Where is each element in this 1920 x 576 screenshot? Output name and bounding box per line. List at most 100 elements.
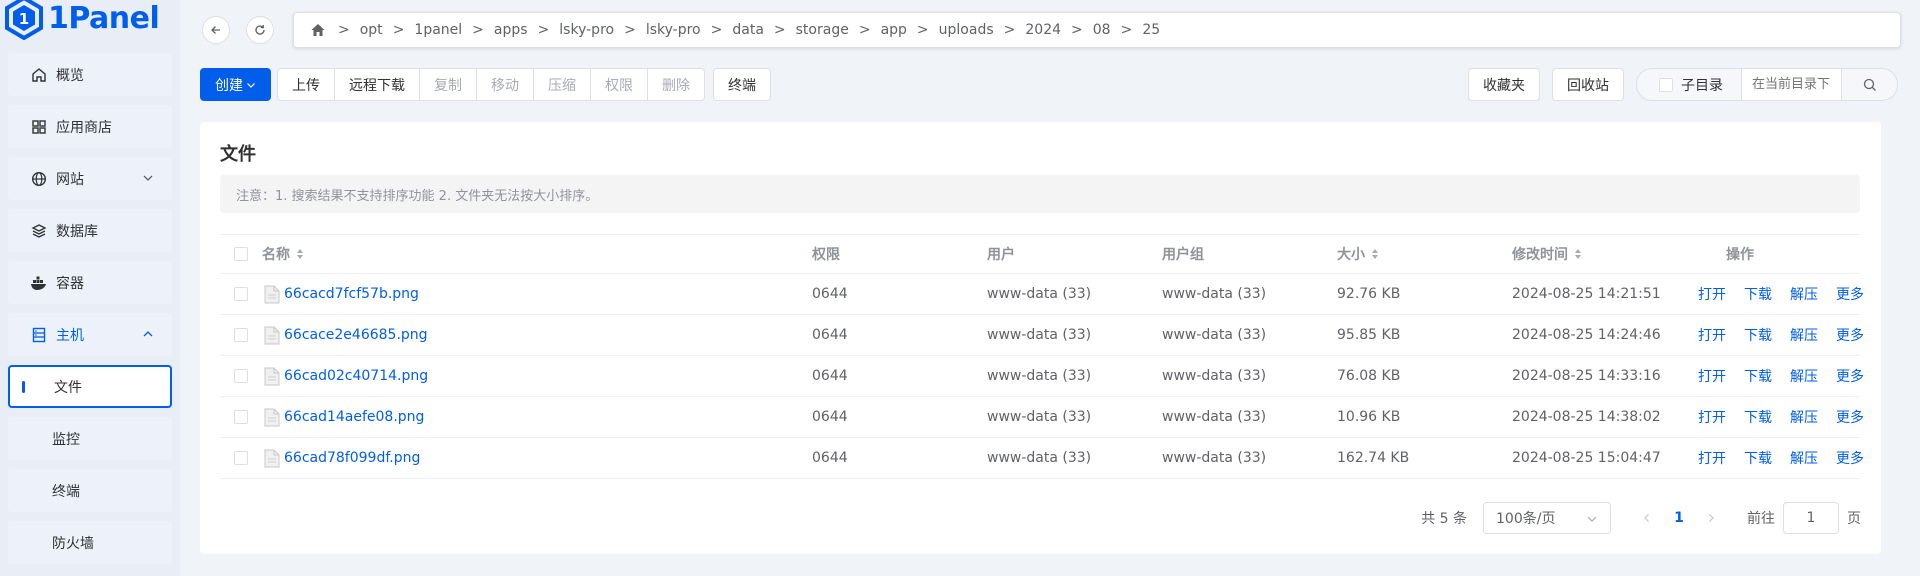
compress-button[interactable]: 压缩	[534, 68, 591, 101]
sidebar-item-database[interactable]: 数据库	[8, 209, 172, 252]
path-segment[interactable]: > opt	[328, 22, 383, 38]
path-segment[interactable]: > lsky-pro	[614, 22, 701, 38]
file-group[interactable]: www-data (33)	[1162, 274, 1266, 314]
open-link[interactable]: 打开	[1698, 448, 1726, 468]
search-input[interactable]	[1742, 68, 1842, 101]
chevron-down-icon	[1587, 516, 1597, 522]
extract-link[interactable]: 解压	[1790, 284, 1818, 304]
sidebar-item-app-store[interactable]: 应用商店	[8, 105, 172, 148]
path-segment[interactable]: > uploads	[907, 22, 994, 38]
path-segment[interactable]: >1panel	[383, 22, 462, 38]
extract-link[interactable]: 解压	[1790, 325, 1818, 345]
row-checkbox[interactable]	[234, 451, 248, 465]
remote-download-button[interactable]: 远程下载	[335, 68, 420, 101]
refresh-button[interactable]	[246, 16, 274, 44]
path-segment[interactable]: >08	[1061, 22, 1111, 38]
file-permission[interactable]: 0644	[812, 315, 848, 355]
file-user[interactable]: www-data (33)	[987, 438, 1091, 478]
download-link[interactable]: 下载	[1744, 325, 1772, 345]
delete-button[interactable]: 删除	[648, 68, 705, 101]
open-link[interactable]: 打开	[1698, 407, 1726, 427]
open-link[interactable]: 打开	[1698, 366, 1726, 386]
home-icon[interactable]	[310, 22, 326, 38]
file-permission[interactable]: 0644	[812, 397, 848, 437]
row-checkbox[interactable]	[234, 328, 248, 342]
column-header-name[interactable]: 名称	[262, 235, 304, 273]
download-link[interactable]: 下载	[1744, 284, 1772, 304]
file-name-link[interactable]: 66cad14aefe08.png	[284, 409, 424, 425]
grid-icon	[30, 118, 48, 136]
download-link[interactable]: 下载	[1744, 366, 1772, 386]
favorites-button[interactable]: 收藏夹	[1468, 68, 1540, 101]
path-segment[interactable]: > app	[849, 22, 907, 38]
create-dropdown-button[interactable]: 创建	[200, 68, 271, 101]
file-name-link[interactable]: 66cad78f099df.png	[284, 450, 420, 466]
select-all-checkbox[interactable]	[234, 247, 248, 261]
file-group[interactable]: www-data (33)	[1162, 397, 1266, 437]
more-link[interactable]: 更多	[1836, 407, 1864, 427]
extract-link[interactable]: 解压	[1790, 366, 1818, 386]
file-icon	[264, 367, 280, 385]
sidebar-subitem-files[interactable]: 文件	[8, 365, 172, 408]
file-name-link[interactable]: 66cad02c40714.png	[284, 368, 428, 384]
page-number[interactable]: 1	[1663, 510, 1695, 526]
file-user[interactable]: www-data (33)	[987, 397, 1091, 437]
file-permission[interactable]: 0644	[812, 274, 848, 314]
terminal-button[interactable]: 终端	[713, 68, 771, 101]
open-link[interactable]: 打开	[1698, 284, 1726, 304]
back-button[interactable]	[202, 16, 230, 44]
path-segment[interactable]: > storage	[764, 22, 849, 38]
file-name-link[interactable]: 66cace2e46685.png	[284, 327, 428, 343]
row-checkbox[interactable]	[234, 287, 248, 301]
sidebar-item-overview[interactable]: 概览	[8, 53, 172, 96]
prev-page-button[interactable]	[1631, 513, 1663, 523]
more-link[interactable]: 更多	[1836, 325, 1864, 345]
permission-button[interactable]: 权限	[591, 68, 648, 101]
copy-button[interactable]: 复制	[420, 68, 477, 101]
checkbox[interactable]	[1659, 77, 1673, 92]
more-link[interactable]: 更多	[1836, 366, 1864, 386]
column-header-modified[interactable]: 修改时间	[1512, 235, 1582, 273]
download-link[interactable]: 下载	[1744, 407, 1772, 427]
path-segment[interactable]: > data	[701, 22, 764, 38]
file-group[interactable]: www-data (33)	[1162, 438, 1266, 478]
file-group[interactable]: www-data (33)	[1162, 356, 1266, 396]
extract-link[interactable]: 解压	[1790, 407, 1818, 427]
path-segment[interactable]: >2024	[994, 22, 1061, 38]
sidebar-item-website[interactable]: 网站	[8, 157, 172, 200]
more-link[interactable]: 更多	[1836, 448, 1864, 468]
more-link[interactable]: 更多	[1836, 284, 1864, 304]
goto-page-input[interactable]	[1783, 502, 1839, 534]
path-segment[interactable]: >25	[1111, 22, 1161, 38]
row-checkbox[interactable]	[234, 410, 248, 424]
extract-link[interactable]: 解压	[1790, 448, 1818, 468]
recycle-bin-button[interactable]: 回收站	[1552, 68, 1624, 101]
row-checkbox[interactable]	[234, 369, 248, 383]
file-user[interactable]: www-data (33)	[987, 315, 1091, 355]
file-user[interactable]: www-data (33)	[987, 274, 1091, 314]
sidebar-item-host[interactable]: 主机	[8, 313, 172, 356]
upload-button[interactable]: 上传	[277, 68, 335, 101]
sidebar-item-container[interactable]: 容器	[8, 261, 172, 304]
sidebar-subitem-monitor[interactable]: 监控	[8, 417, 172, 460]
open-link[interactable]: 打开	[1698, 325, 1726, 345]
file-icon	[264, 285, 280, 303]
file-name-link[interactable]: 66cacd7fcf57b.png	[284, 286, 419, 302]
file-permission[interactable]: 0644	[812, 438, 848, 478]
path-segment[interactable]: > lsky-pro	[528, 22, 615, 38]
file-permission[interactable]: 0644	[812, 356, 848, 396]
sidebar-item-label: 主机	[56, 327, 84, 344]
app-logo[interactable]: 1 1Panel	[4, 0, 160, 40]
next-page-button[interactable]	[1695, 513, 1727, 523]
download-link[interactable]: 下载	[1744, 448, 1772, 468]
column-header-size[interactable]: 大小	[1337, 235, 1379, 273]
search-button[interactable]	[1842, 68, 1898, 101]
sidebar-subitem-firewall[interactable]: 防火墙	[8, 521, 172, 564]
sidebar-subitem-terminal[interactable]: 终端	[8, 469, 172, 512]
move-button[interactable]: 移动	[477, 68, 534, 101]
file-user[interactable]: www-data (33)	[987, 356, 1091, 396]
path-segment[interactable]: > apps	[462, 22, 527, 38]
file-group[interactable]: www-data (33)	[1162, 315, 1266, 355]
subdir-checkbox[interactable]: 子目录	[1636, 68, 1742, 101]
page-size-select[interactable]: 100条/页	[1483, 502, 1611, 534]
